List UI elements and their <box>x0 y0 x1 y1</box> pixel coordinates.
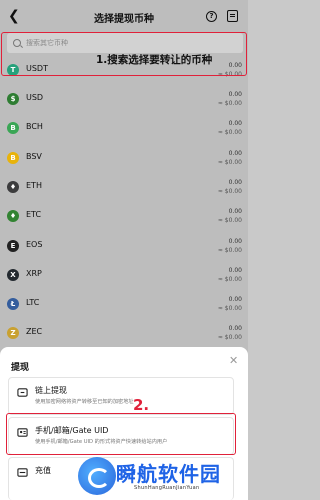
coin-balance: 0.00 <box>228 325 242 332</box>
withdraw-currency-screen: ❮ 选择提现币种 ? 搜索其它币种 T USDT 0.00 ≈ $0.00 $ … <box>0 0 248 500</box>
option-onchain-withdraw[interactable]: 链上提现 使用加密网络将资产转移至已知的加密地址 <box>8 377 234 415</box>
coin-balance-usd: ≈ $0.00 <box>217 129 242 136</box>
coin-balance: 0.00 <box>228 208 242 215</box>
coin-balance: 0.00 <box>228 296 242 303</box>
coin-symbol: XRP <box>26 269 42 278</box>
coin-balance-usd: ≈ $0.00 <box>217 159 242 166</box>
coin-balance-usd: ≈ $0.00 <box>217 305 242 312</box>
zec-icon: Z <box>7 327 19 339</box>
coin-row-bsv[interactable]: B BSV 0.00 ≈ $0.00 <box>0 144 248 176</box>
coin-symbol: BCH <box>26 122 43 131</box>
coin-balance-usd: ≈ $0.00 <box>217 188 242 195</box>
eos-icon: E <box>7 240 19 252</box>
bsv-icon: B <box>7 152 19 164</box>
option-title: 充值 <box>35 466 51 475</box>
bch-icon: B <box>7 122 19 134</box>
coin-balance-usd: ≈ $0.00 <box>217 247 242 254</box>
record-list-icon[interactable] <box>227 10 238 22</box>
watermark-logo-icon <box>78 457 116 495</box>
eth-icon: ♦ <box>7 181 19 193</box>
coin-symbol: ZEC <box>26 327 43 336</box>
usd-icon: $ <box>7 93 19 105</box>
coin-row-ltc[interactable]: Ł LTC 0.00 ≈ $0.00 <box>0 290 248 322</box>
coin-balance-usd: ≈ $0.00 <box>217 334 242 341</box>
chain-icon <box>17 388 28 397</box>
sheet-title: 提现 <box>11 363 30 373</box>
coin-row-eos[interactable]: E EOS 0.00 ≈ $0.00 <box>0 232 248 264</box>
close-icon[interactable]: ✕ <box>229 354 238 367</box>
coin-balance: 0.00 <box>228 150 242 157</box>
coin-symbol: USD <box>26 93 44 102</box>
coin-row-bch[interactable]: B BCH 0.00 ≈ $0.00 <box>0 114 248 146</box>
xrp-icon: X <box>7 269 19 281</box>
coin-symbol: LTC <box>26 298 40 307</box>
coin-row-xrp[interactable]: X XRP 0.00 ≈ $0.00 <box>0 261 248 293</box>
coin-row-etc[interactable]: ♦ ETC 0.00 ≈ $0.00 <box>0 202 248 234</box>
watermark: 瞬航软件园 ShunHangRuanJianYuan <box>78 453 248 500</box>
coin-balance: 0.00 <box>228 91 242 98</box>
etc-icon: ♦ <box>7 210 19 222</box>
option-title: 链上提现 <box>35 386 67 395</box>
coin-balance: 0.00 <box>228 267 242 274</box>
question-circle-icon[interactable]: ? <box>206 11 217 22</box>
option-desc: 使用加密网络将资产转移至已知的加密地址 <box>35 399 134 405</box>
coin-balance-usd: ≈ $0.00 <box>217 217 242 224</box>
coin-row-usd[interactable]: $ USD 0.00 ≈ $0.00 <box>0 85 248 117</box>
watermark-text: 瞬航软件园 <box>116 462 221 486</box>
annotation-step2-text: 2. <box>133 396 150 414</box>
coin-balance: 0.00 <box>228 120 242 127</box>
coin-balance: 0.00 <box>228 238 242 245</box>
annotation-step1-text: 1.搜索选择要转让的币种 <box>96 54 213 66</box>
ltc-icon: Ł <box>7 298 19 310</box>
coin-row-eth[interactable]: ♦ ETH 0.00 ≈ $0.00 <box>0 173 248 205</box>
header-bar: ❮ 选择提现币种 ? <box>0 0 248 34</box>
annotation-box-uid <box>6 413 236 455</box>
deposit-icon <box>17 468 28 477</box>
coin-symbol: ETH <box>26 181 42 190</box>
coin-balance-usd: ≈ $0.00 <box>217 100 242 107</box>
coin-symbol: EOS <box>26 240 43 249</box>
coin-balance-usd: ≈ $0.00 <box>217 276 242 283</box>
watermark-subtext: ShunHangRuanJianYuan <box>134 485 200 491</box>
coin-symbol: BSV <box>26 152 42 161</box>
coin-balance: 0.00 <box>228 179 242 186</box>
coin-symbol: ETC <box>26 210 42 219</box>
